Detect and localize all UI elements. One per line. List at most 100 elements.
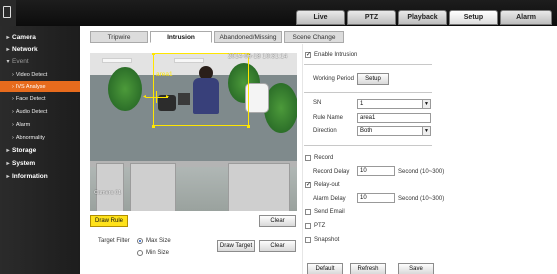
- sidebar-item-label: Abnormality: [15, 134, 45, 141]
- video-timestamp: 2014-06-18 10:31:14: [228, 54, 288, 60]
- sidebar-item-event[interactable]: ▾ Event: [0, 56, 80, 67]
- sidebar-item-label: Face Detect: [15, 95, 46, 102]
- region-handle[interactable]: [152, 53, 155, 55]
- alarm-delay-value: 10: [360, 195, 367, 201]
- working-period-setup-button[interactable]: Setup: [357, 73, 389, 85]
- video-preview[interactable]: area1 ◂ ▸ 2014-06-18 10:31:14 Camera 01: [90, 53, 297, 211]
- record-delay-unit: Second (10~300): [398, 169, 445, 175]
- record-checkbox[interactable]: [305, 155, 311, 161]
- sidebar: ▸ Camera ▸ Network ▾ Event › Video Detect › I…: [0, 26, 80, 274]
- max-size-label: Max Size: [146, 238, 171, 244]
- scene-partition: [96, 163, 124, 211]
- sidebar-item-label: System: [12, 160, 36, 167]
- sn-label: SN: [313, 100, 322, 106]
- record-label: Record: [314, 155, 334, 161]
- top-nav: Live PTZ Playback Setup Alarm: [296, 10, 552, 25]
- region-handle[interactable]: [152, 125, 155, 128]
- rule-name-value: area1: [360, 115, 376, 121]
- snapshot-checkbox[interactable]: [305, 237, 311, 243]
- divider: [304, 92, 432, 93]
- scene-partition: [130, 163, 176, 211]
- rule-name-label: Rule Name: [313, 115, 344, 121]
- relay-out-label: Relay-out: [314, 182, 340, 188]
- arrow-left-icon: ◂: [143, 94, 147, 100]
- alarm-delay-label: Alarm Delay: [313, 196, 346, 202]
- sidebar-item-storage[interactable]: ▸ Storage: [0, 145, 80, 156]
- record-delay-input[interactable]: 10: [357, 166, 395, 176]
- expand-arrow-icon: ▸: [6, 161, 10, 167]
- tab-intrusion[interactable]: Intrusion: [150, 31, 212, 43]
- draw-rule-button[interactable]: Draw Rule: [90, 215, 128, 227]
- snapshot-label: Snapshot: [314, 237, 340, 243]
- sidebar-item-video-detect[interactable]: › Video Detect: [0, 69, 80, 80]
- sn-value: 1: [360, 101, 364, 107]
- send-email-checkbox[interactable]: [305, 209, 311, 215]
- region-handle[interactable]: [247, 125, 250, 128]
- sidebar-item-label: Video Detect: [15, 71, 48, 78]
- sidebar-item-ivs-analyse[interactable]: › IVS Analyse: [0, 81, 80, 92]
- tab-scene-change[interactable]: Scene Change: [284, 31, 344, 43]
- tab-live[interactable]: Live: [296, 10, 345, 25]
- divider: [304, 145, 432, 146]
- min-size-radio[interactable]: [137, 250, 143, 256]
- sidebar-item-label: Information: [12, 173, 48, 180]
- rule-name-input[interactable]: area1: [357, 113, 431, 123]
- sidebar-item-system[interactable]: ▸ System: [0, 158, 80, 169]
- tab-playback[interactable]: Playback: [398, 10, 447, 25]
- logo-icon: [3, 6, 11, 18]
- record-delay-value: 10: [360, 168, 367, 174]
- enable-intrusion-checkbox[interactable]: ✓: [305, 52, 311, 58]
- sidebar-item-camera[interactable]: ▸ Camera: [0, 32, 80, 43]
- sidebar-item-label: Event: [12, 58, 29, 65]
- logo: [0, 0, 16, 26]
- clear-target-button[interactable]: Clear: [259, 240, 296, 252]
- sidebar-item-abnormality[interactable]: › Abnormality: [0, 132, 80, 143]
- draw-target-button[interactable]: Draw Target: [217, 240, 255, 252]
- direction-indicator: [146, 97, 168, 98]
- clear-rule-button[interactable]: Clear: [259, 215, 296, 227]
- scene-partition: [228, 163, 290, 211]
- intrusion-region[interactable]: [153, 53, 249, 126]
- tab-abandoned-missing[interactable]: Abandoned/Missing: [214, 31, 282, 43]
- tab-setup[interactable]: Setup: [449, 10, 498, 25]
- relay-out-checkbox[interactable]: ✓: [305, 182, 311, 188]
- sidebar-item-audio-detect[interactable]: › Audio Detect: [0, 106, 80, 117]
- tab-tripwire[interactable]: Tripwire: [90, 31, 148, 43]
- sidebar-item-information[interactable]: ▸ Information: [0, 171, 80, 182]
- scene-light: [102, 58, 132, 63]
- max-size-radio[interactable]: [137, 238, 143, 244]
- ptz-label: PTZ: [314, 223, 326, 229]
- chevron-right-icon: ›: [12, 95, 14, 102]
- refresh-button[interactable]: Refresh: [350, 263, 386, 274]
- default-button[interactable]: Default: [307, 263, 343, 274]
- chevron-right-icon: ›: [12, 71, 14, 78]
- alarm-delay-input[interactable]: 10: [357, 193, 395, 203]
- save-button[interactable]: Save: [398, 263, 434, 274]
- divider: [304, 64, 432, 65]
- sidebar-item-label: IVS Analyse: [15, 83, 46, 90]
- sidebar-item-alarm[interactable]: › Alarm: [0, 119, 80, 130]
- ptz-checkbox[interactable]: [305, 223, 311, 229]
- direction-tick: [156, 91, 157, 103]
- send-email-label: Send Email: [314, 209, 345, 215]
- sidebar-item-label: Audio Detect: [15, 108, 48, 115]
- tab-alarm[interactable]: Alarm: [500, 10, 552, 25]
- sn-select[interactable]: 1 ▼: [357, 99, 431, 109]
- chevron-right-icon: ›: [12, 83, 14, 90]
- sidebar-item-label: Camera: [12, 34, 36, 41]
- enable-intrusion-label: Enable Intrusion: [314, 52, 358, 58]
- expand-arrow-icon: ▸: [6, 174, 10, 180]
- sidebar-item-network[interactable]: ▸ Network: [0, 44, 80, 55]
- target-filter-label: Target Filter: [98, 238, 130, 244]
- sidebar-item-face-detect[interactable]: › Face Detect: [0, 93, 80, 104]
- expand-arrow-icon: ▸: [6, 148, 10, 154]
- region-label: area1: [156, 71, 173, 78]
- tab-ptz[interactable]: PTZ: [347, 10, 396, 25]
- chevron-down-icon: ▼: [422, 100, 430, 108]
- chevron-down-icon: ▼: [422, 127, 430, 135]
- expand-arrow-icon: ▸: [6, 47, 10, 53]
- direction-select[interactable]: Both ▼: [357, 126, 431, 136]
- direction-label: Direction: [313, 128, 337, 134]
- sidebar-item-label: Network: [12, 46, 38, 53]
- record-delay-label: Record Delay: [313, 169, 350, 175]
